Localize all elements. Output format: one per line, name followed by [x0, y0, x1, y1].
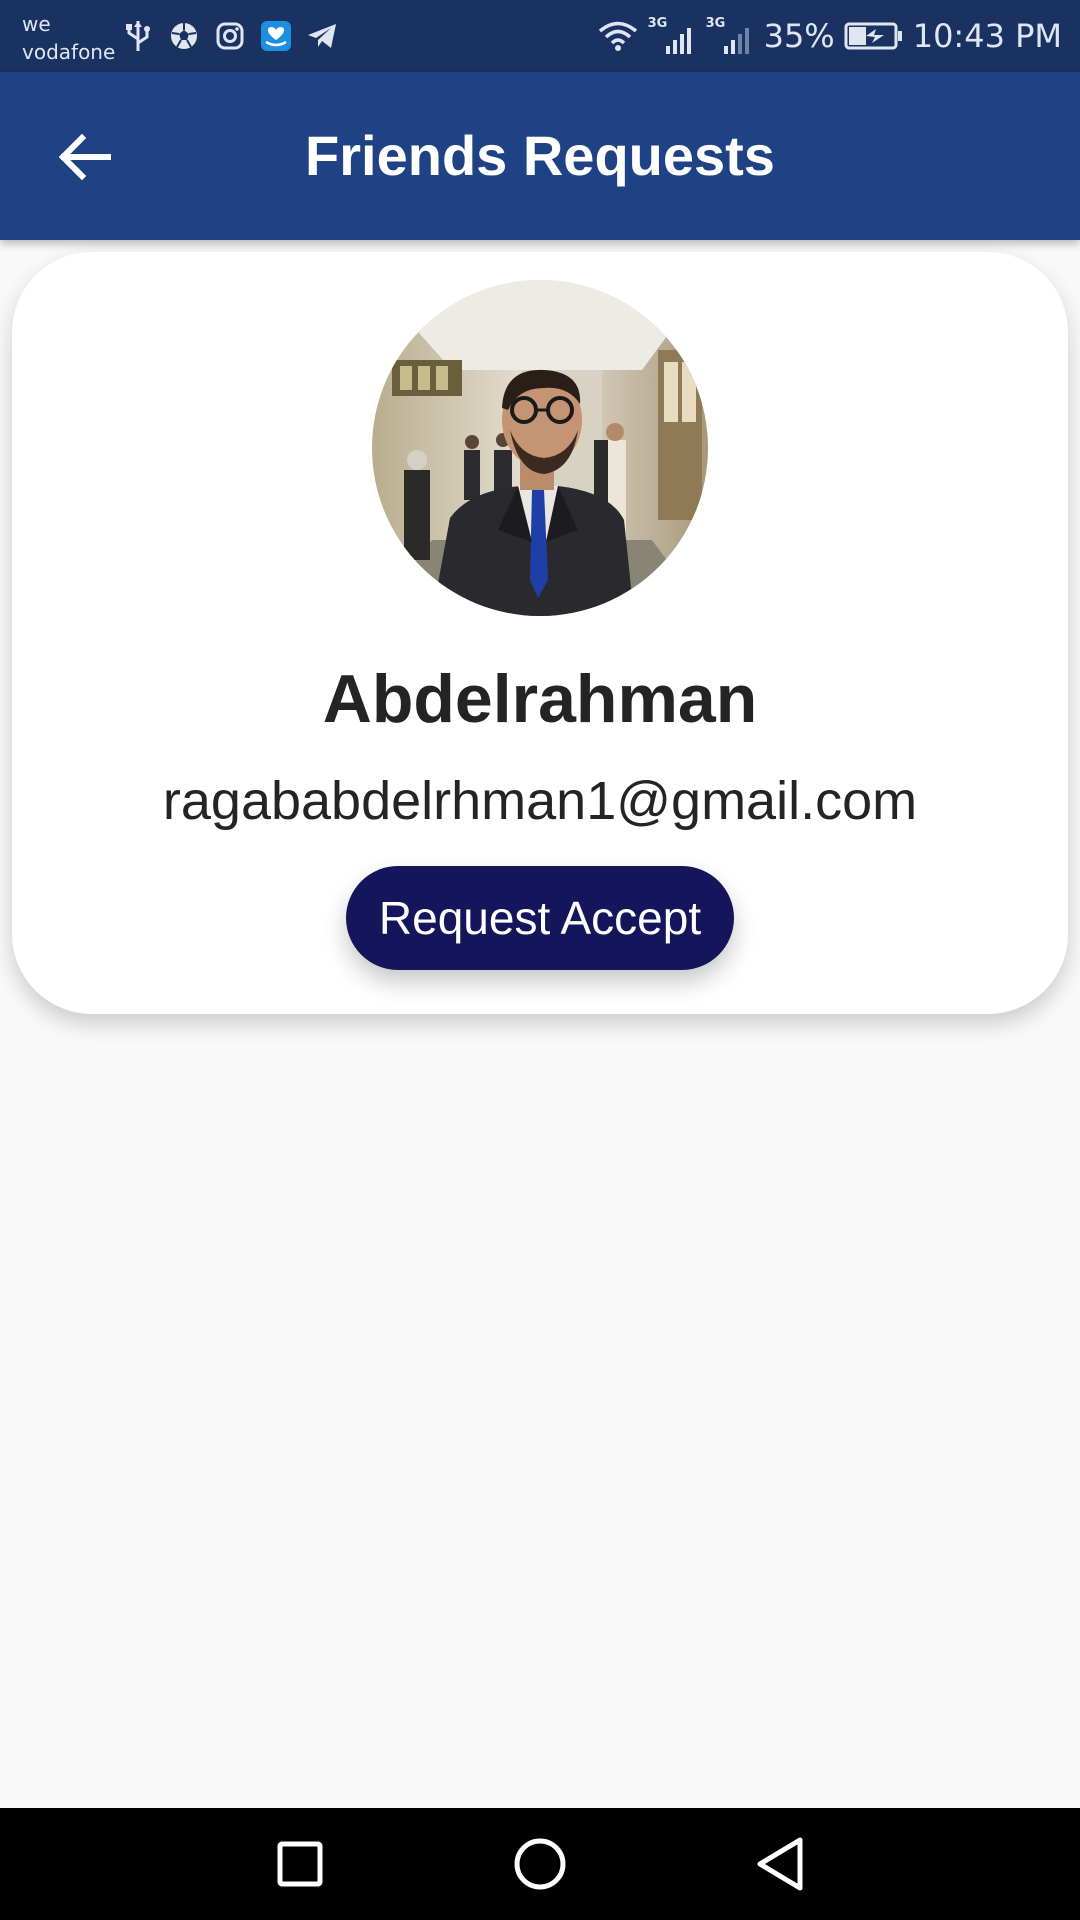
friend-name: Abdelrahman	[322, 661, 758, 737]
wifi-icon	[596, 18, 640, 54]
battery-charging-icon	[843, 18, 905, 54]
carrier-line-1: we	[22, 12, 51, 36]
soccer-ball-icon	[166, 18, 202, 54]
notification-icons	[120, 16, 340, 56]
status-bar: we vodafone 3G 3G 35% 10:43 PM	[0, 0, 1080, 72]
page-title: Friends Requests	[305, 124, 775, 187]
usb-icon	[120, 18, 156, 54]
back-button[interactable]	[40, 112, 130, 202]
signal-icon-1: 3G	[648, 16, 698, 56]
recents-button[interactable]	[270, 1834, 330, 1894]
app-bar: Friends Requests	[0, 72, 1080, 240]
carrier-line-2: vodafone	[22, 40, 116, 64]
signal-icon-2: 3G	[706, 16, 756, 56]
friend-email: ragababdelrhman1@gmail.com	[162, 771, 918, 831]
network-label-1: 3G	[647, 16, 668, 31]
navigation-bar	[0, 1808, 1080, 1920]
recents-square-icon	[277, 1841, 323, 1887]
back-nav-button[interactable]	[750, 1834, 810, 1894]
request-accept-button[interactable]: Request Accept	[346, 866, 734, 970]
home-button[interactable]	[510, 1834, 570, 1894]
avatar	[372, 280, 708, 616]
system-indicators: 3G 3G 35% 10:43 PM	[596, 14, 1062, 58]
home-circle-icon	[514, 1838, 566, 1890]
battery-percent: 35%	[763, 17, 835, 55]
instagram-icon	[212, 18, 248, 54]
network-label-2: 3G	[705, 16, 726, 31]
telegram-icon	[304, 18, 340, 54]
clock: 10:43 PM	[912, 17, 1062, 55]
arrow-back-icon	[58, 133, 111, 181]
carrier-label: we vodafone	[22, 10, 115, 66]
back-triangle-icon	[757, 1837, 803, 1891]
messaging-app-icon	[258, 18, 294, 54]
friend-request-card: Abdelrahman ragababdelrhman1@gmail.com R…	[12, 252, 1068, 1014]
